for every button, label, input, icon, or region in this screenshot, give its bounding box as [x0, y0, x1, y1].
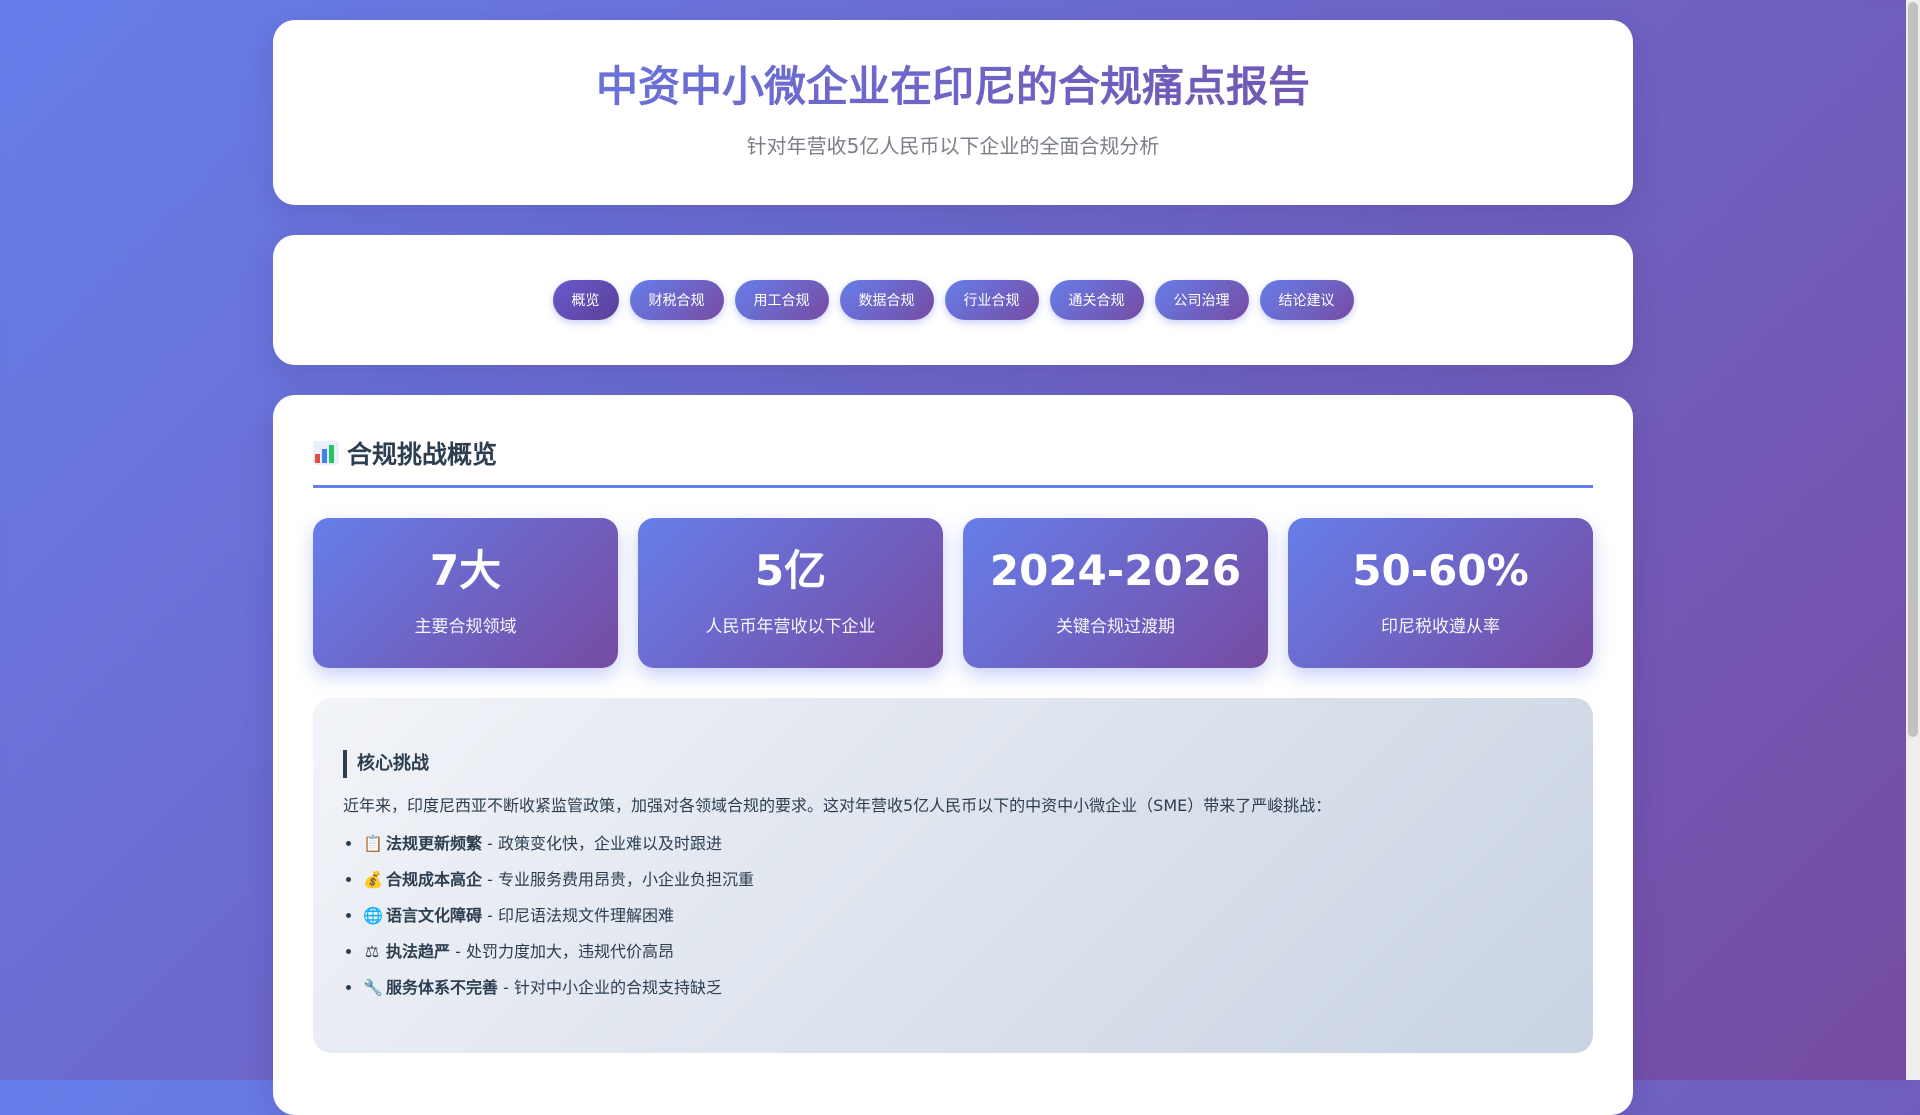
nav-tab-industry[interactable]: 行业合规	[944, 280, 1039, 320]
overview-section: 合规挑战概览 7大 主要合规领域 5亿 人民币年营收以下企业 2024-2026…	[273, 395, 1633, 1115]
list-item: 💰合规成本高企 - 专业服务费用昂贵，小企业负担沉重	[363, 862, 1563, 898]
challenge-desc: - 专业服务费用昂贵，小企业负担沉重	[482, 870, 754, 889]
page-scrollbar[interactable]	[1906, 0, 1920, 1080]
challenges-intro: 近年来，印度尼西亚不断收紧监管政策，加强对各领域合规的要求。这对年营收5亿人民币…	[343, 796, 1332, 815]
list-item: ⚖ 执法趋严 - 处罚力度加大，违规代价高昂	[363, 934, 1563, 970]
scrollbar-thumb[interactable]	[1908, 2, 1918, 737]
challenges-list: 📋法规更新频繁 - 政策变化快，企业难以及时跟进 💰合规成本高企 - 专业服务费…	[343, 826, 1563, 1006]
bar-chart-icon	[313, 441, 339, 465]
section-header: 合规挑战概览	[313, 435, 1593, 488]
core-challenges-box: 核心挑战 近年来，印度尼西亚不断收紧监管政策，加强对各领域合规的要求。这对年营收…	[313, 698, 1593, 1053]
nav-tab-overview[interactable]: 概览	[552, 280, 619, 320]
stat-value: 7大	[429, 546, 502, 595]
list-item: 🔧服务体系不完善 - 针对中小企业的合规支持缺乏	[363, 970, 1563, 1006]
scales-icon: ⚖	[364, 942, 380, 961]
challenge-title: 法规更新频繁	[386, 834, 483, 853]
clipboard-icon: 📋	[363, 834, 383, 853]
challenge-title: 合规成本高企	[386, 870, 483, 889]
nav-tab-employment[interactable]: 用工合规	[734, 280, 829, 320]
stat-value: 50-60%	[1352, 546, 1529, 595]
stat-value: 5亿	[754, 546, 827, 595]
stat-label: 主要合规领域	[414, 617, 517, 638]
stat-value: 2024-2026	[989, 546, 1242, 595]
challenge-desc: - 印尼语法规文件理解困难	[482, 906, 674, 925]
nav-tab-tax[interactable]: 财税合规	[629, 280, 724, 320]
challenge-desc: - 针对中小企业的合规支持缺乏	[498, 978, 722, 997]
challenge-title: 服务体系不完善	[386, 978, 499, 997]
money-bag-icon: 💰	[363, 870, 383, 889]
stat-card: 50-60% 印尼税收遵从率	[1288, 518, 1593, 668]
page-container: 中资中小微企业在印尼的合规痛点报告 针对年营收5亿人民币以下企业的全面合规分析 …	[273, 20, 1633, 1115]
page-subtitle: 针对年营收5亿人民币以下企业的全面合规分析	[746, 134, 1160, 159]
stat-label: 关键合规过渡期	[1056, 617, 1175, 638]
section-title: 合规挑战概览	[347, 440, 498, 469]
nav-tab-data[interactable]: 数据合规	[839, 280, 934, 320]
nav-tab-conclusion[interactable]: 结论建议	[1259, 280, 1354, 320]
challenge-title: 执法趋严	[386, 942, 451, 961]
challenge-desc: - 政策变化快，企业难以及时跟进	[482, 834, 722, 853]
nav-bar: 概览 财税合规 用工合规 数据合规 行业合规 通关合规 公司治理 结论建议	[273, 235, 1633, 365]
page-title: 中资中小微企业在印尼的合规痛点报告	[273, 62, 1633, 112]
challenges-title: 核心挑战	[343, 750, 1563, 778]
challenge-title: 语言文化障碍	[386, 906, 483, 925]
wrench-icon: 🔧	[363, 978, 383, 997]
nav-tab-governance[interactable]: 公司治理	[1154, 280, 1249, 320]
nav-tab-customs[interactable]: 通关合规	[1049, 280, 1144, 320]
list-item: 📋法规更新频繁 - 政策变化快，企业难以及时跟进	[363, 826, 1563, 862]
stat-card: 2024-2026 关键合规过渡期	[963, 518, 1268, 668]
stats-row: 7大 主要合规领域 5亿 人民币年营收以下企业 2024-2026 关键合规过渡…	[313, 518, 1593, 668]
stat-card: 7大 主要合规领域	[313, 518, 618, 668]
stat-card: 5亿 人民币年营收以下企业	[638, 518, 943, 668]
header-card: 中资中小微企业在印尼的合规痛点报告 针对年营收5亿人民币以下企业的全面合规分析	[273, 20, 1633, 205]
list-item: 🌐语言文化障碍 - 印尼语法规文件理解困难	[363, 898, 1563, 934]
globe-icon: 🌐	[363, 906, 383, 925]
stat-label: 人民币年营收以下企业	[705, 617, 876, 638]
challenge-desc: - 处罚力度加大，违规代价高昂	[450, 942, 674, 961]
stat-label: 印尼税收遵从率	[1381, 617, 1500, 638]
